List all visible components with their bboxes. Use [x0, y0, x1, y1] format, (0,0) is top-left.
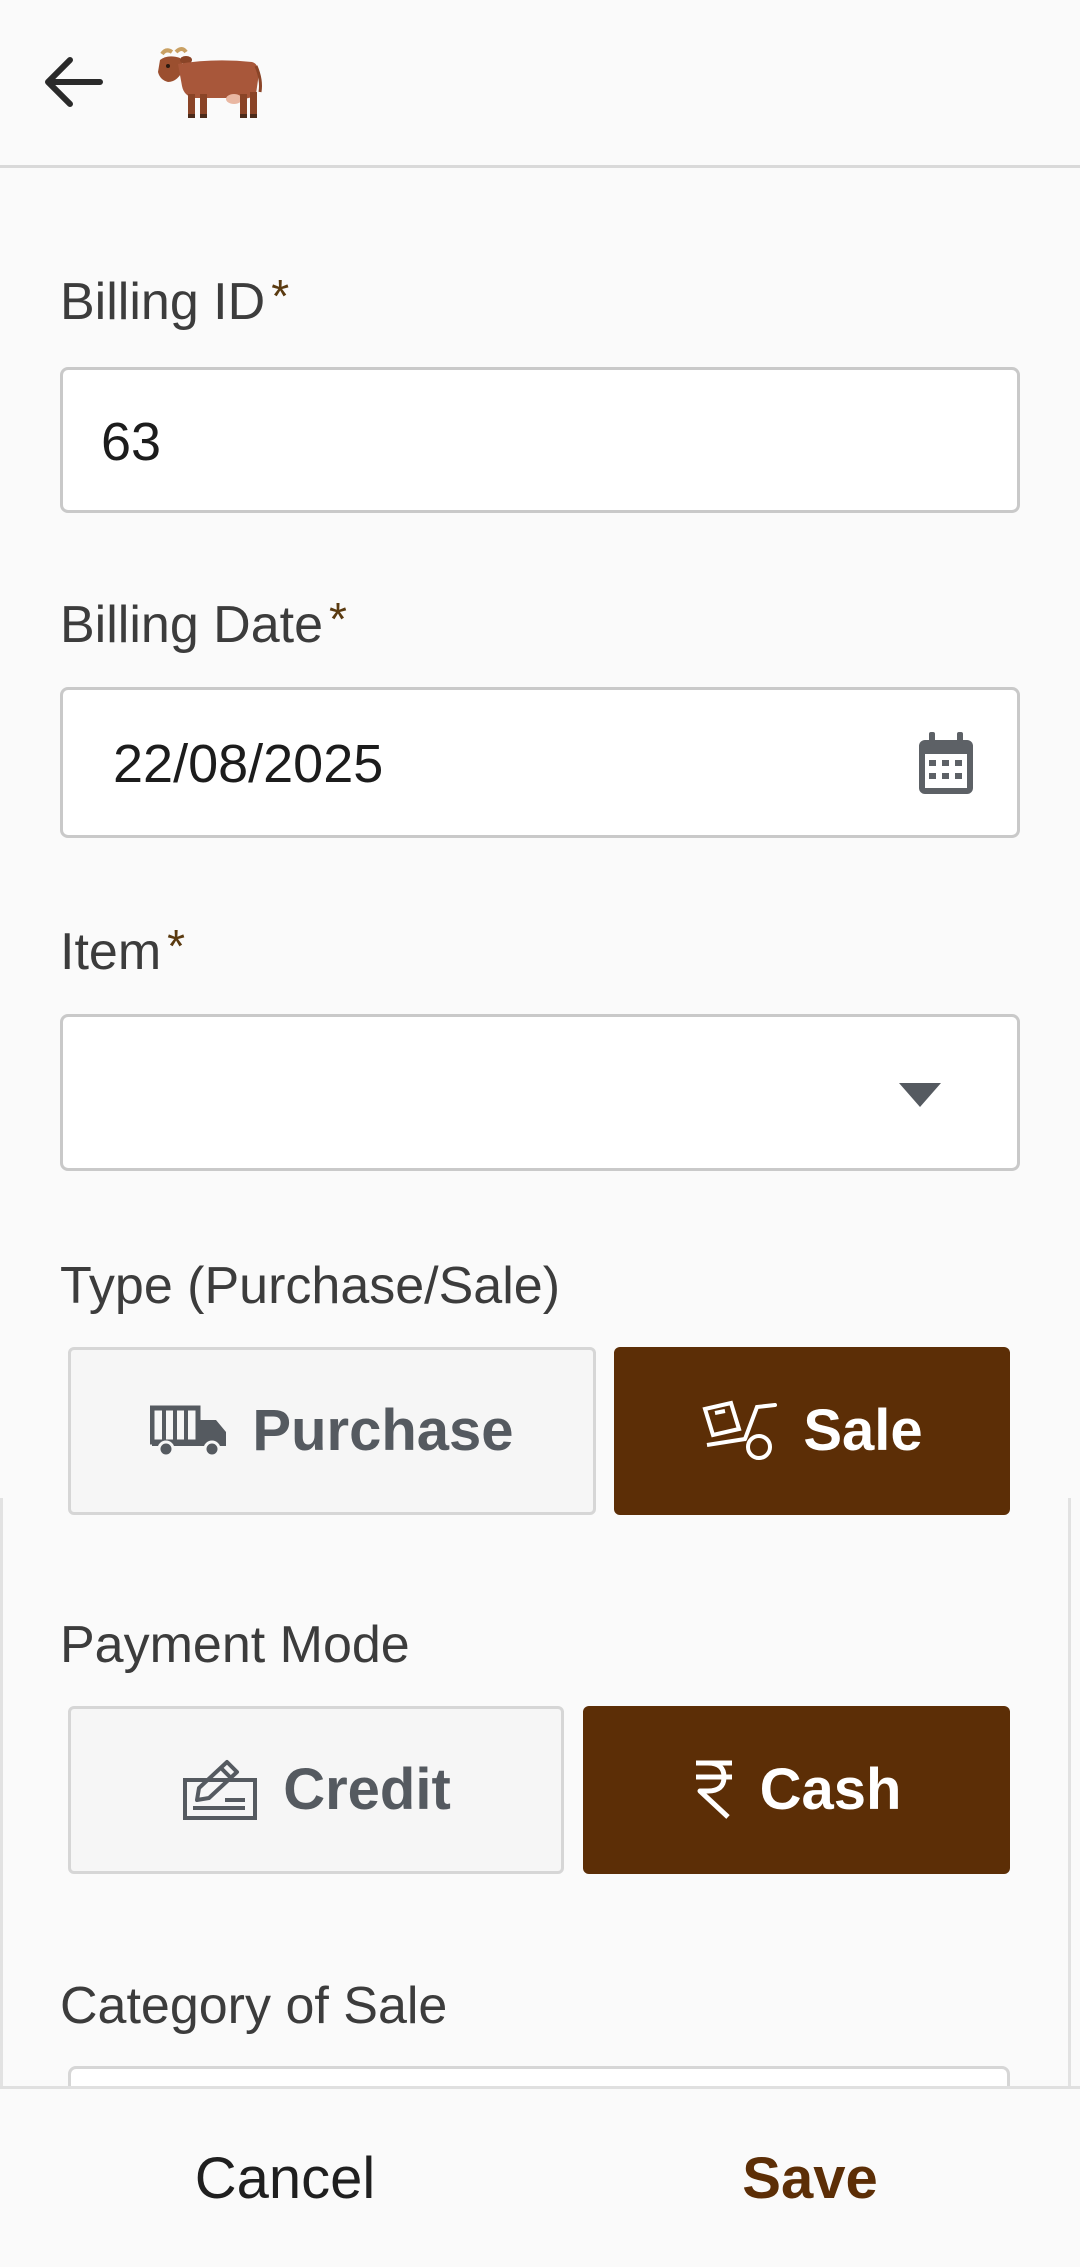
category-of-sale-label: Category of Sale [60, 1977, 448, 2035]
item-label: Item * [60, 920, 186, 982]
item-label-text: Item [60, 923, 162, 981]
credit-label: Credit [283, 1757, 451, 1822]
purchase-toggle[interactable]: Purchase [68, 1347, 596, 1515]
billing-id-label: Billing ID * [60, 270, 290, 332]
required-mark: * [271, 270, 290, 322]
payment-mode-label: Payment Mode [60, 1616, 410, 1674]
arrow-left-icon [45, 57, 103, 107]
type-label: Type (Purchase/Sale) [60, 1257, 561, 1315]
cash-label: Cash [759, 1757, 902, 1822]
sale-label: Sale [803, 1398, 923, 1463]
calendar-button[interactable] [915, 730, 977, 803]
rupee-icon [692, 1759, 736, 1821]
app-bar [0, 0, 1080, 168]
cow-icon [154, 46, 264, 120]
required-mark: * [329, 593, 347, 645]
truck-icon [150, 1404, 228, 1458]
sale-toggle[interactable]: Sale [614, 1347, 1010, 1515]
billing-date-label-text: Billing Date [60, 596, 324, 654]
scroll-edge-right [1068, 1498, 1071, 2170]
dropdown-button[interactable] [899, 1083, 941, 1112]
back-button[interactable] [36, 44, 112, 120]
cancel-button[interactable]: Cancel [0, 2089, 540, 2267]
billing-date-label: Billing Date * [60, 593, 347, 655]
required-mark: * [167, 920, 186, 972]
dropdown-caret-icon [899, 1083, 941, 1107]
save-button[interactable]: Save [540, 2089, 1080, 2267]
item-select[interactable] [60, 1014, 1020, 1171]
billing-date-field[interactable]: 22/08/2025 [60, 687, 1020, 838]
scroll-edge-left [0, 1498, 3, 2170]
billing-id-label-text: Billing ID [60, 273, 266, 331]
billing-id-field[interactable]: 63 [60, 367, 1020, 513]
billing-id-value: 63 [101, 412, 162, 472]
signature-icon [181, 1758, 259, 1822]
calendar-icon [919, 732, 973, 794]
purchase-label: Purchase [252, 1398, 514, 1463]
billing-date-value: 22/08/2025 [113, 734, 384, 794]
credit-toggle[interactable]: Credit [68, 1706, 564, 1874]
hand-truck-icon [701, 1399, 779, 1463]
cash-toggle[interactable]: Cash [583, 1706, 1010, 1874]
bottom-action-bar: Cancel Save [0, 2086, 1080, 2267]
